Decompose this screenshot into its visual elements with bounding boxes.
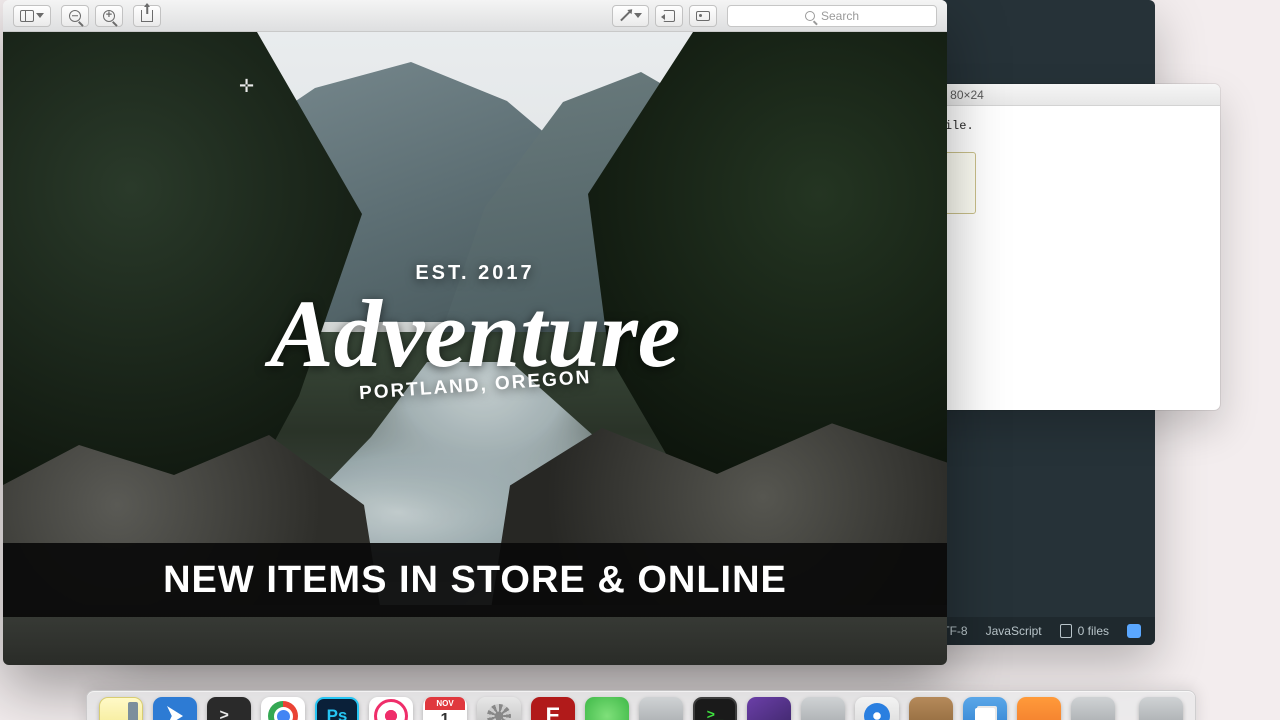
search-placeholder: Search — [821, 9, 859, 23]
promo-banner: NEW ITEMS IN STORE & ONLINE — [3, 543, 947, 617]
dock-app-filezilla[interactable]: E — [531, 697, 575, 720]
sidebar-icon — [20, 10, 34, 22]
dock-app-generic[interactable] — [639, 697, 683, 720]
zoom-in-button[interactable] — [95, 5, 123, 27]
annotate-button[interactable] — [612, 5, 649, 27]
search-input[interactable]: Search — [727, 5, 937, 27]
dock-app-chrome[interactable] — [261, 697, 305, 720]
chevron-down-icon — [36, 13, 44, 18]
hero-logo: EST. 2017 Adventure PORTLAND, OREGON — [3, 262, 947, 397]
dock-app-system-preferences[interactable] — [477, 697, 521, 720]
share-button[interactable] — [133, 5, 161, 27]
status-files-label: 0 files — [1078, 624, 1109, 638]
search-icon — [805, 11, 815, 21]
status-language[interactable]: JavaScript — [986, 624, 1042, 638]
calendar-month: NOV — [425, 697, 465, 710]
dock[interactable]: Ps NOV 1 E — [86, 690, 1196, 720]
dock-app-messaging[interactable] — [585, 697, 629, 720]
calendar-day: 1 — [423, 711, 467, 720]
preview-window[interactable]: Search EST. 2017 Adventure PORTLAND, ORE… — [3, 0, 947, 665]
brand-name: Adventure — [3, 291, 947, 377]
dock-app-iterm[interactable] — [693, 697, 737, 720]
dock-app-stickies[interactable] — [99, 697, 143, 720]
dock-app-itunes[interactable] — [369, 697, 413, 720]
status-files[interactable]: 0 files — [1060, 624, 1109, 638]
cursor-crosshair-icon: ✛ — [239, 76, 254, 97]
dock-app-photoshop[interactable]: Ps — [315, 697, 359, 720]
dock-app-generic[interactable] — [747, 697, 791, 720]
markup-button[interactable] — [689, 5, 717, 27]
dock-app-safari[interactable] — [855, 697, 899, 720]
chrome-icon — [268, 701, 298, 720]
dock-stack[interactable] — [1139, 697, 1183, 720]
dock-app-generic[interactable] — [1017, 697, 1061, 720]
markup-icon — [696, 11, 710, 21]
file-icon — [1060, 624, 1072, 638]
dock-app-generic[interactable] — [801, 697, 845, 720]
sidebar-toggle-button[interactable] — [13, 5, 51, 27]
rotate-button[interactable] — [655, 5, 683, 27]
pencil-icon — [620, 10, 631, 21]
rotate-icon — [663, 10, 675, 22]
zoom-out-button[interactable] — [61, 5, 89, 27]
preview-toolbar: Search — [3, 0, 947, 32]
dock-app-generic[interactable] — [1071, 697, 1115, 720]
dock-app-code-editor[interactable] — [153, 697, 197, 720]
dock-app-terminal[interactable] — [207, 697, 251, 720]
chevron-down-icon — [634, 13, 642, 18]
desktop: UTF-8 JavaScript 0 files — -bash — 80×24… — [0, 0, 1280, 720]
dock-app-preview[interactable] — [963, 697, 1007, 720]
git-icon[interactable] — [1127, 624, 1141, 638]
dock-app-calendar[interactable]: NOV 1 — [423, 697, 467, 720]
zoom-out-icon — [69, 10, 81, 22]
dock-app-generic[interactable] — [909, 697, 953, 720]
zoom-in-icon — [103, 10, 115, 22]
preview-image[interactable]: EST. 2017 Adventure PORTLAND, OREGON NEW… — [3, 32, 947, 665]
share-icon — [141, 10, 153, 22]
